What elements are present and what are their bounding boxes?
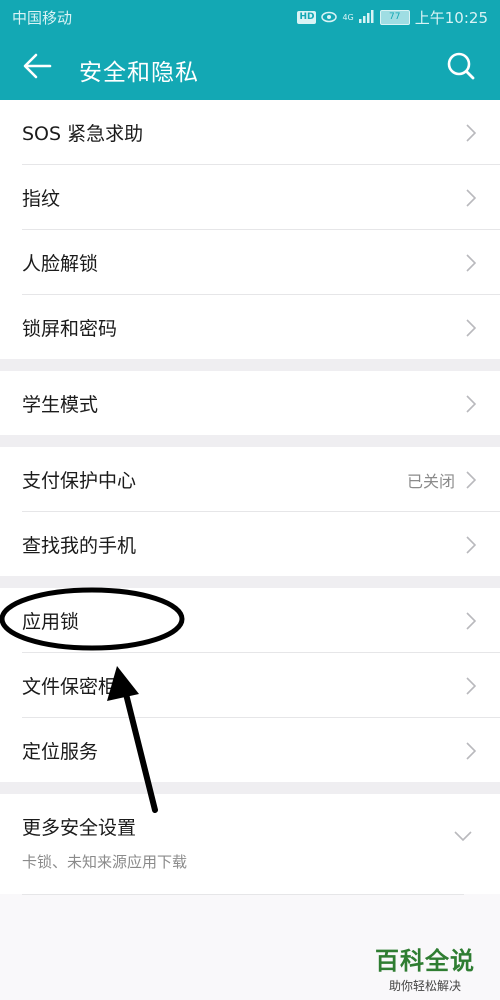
- annotation-overlay: [0, 587, 185, 813]
- watermark: 百科全说 助你轻松解决: [375, 941, 475, 994]
- pointer-arrow: [122, 687, 158, 813]
- highlight-ellipse: [0, 587, 185, 651]
- watermark-title: 百科全说: [375, 947, 475, 975]
- pointer-arrowhead: [107, 666, 139, 701]
- watermark-subtitle: 助你轻松解决: [388, 979, 461, 993]
